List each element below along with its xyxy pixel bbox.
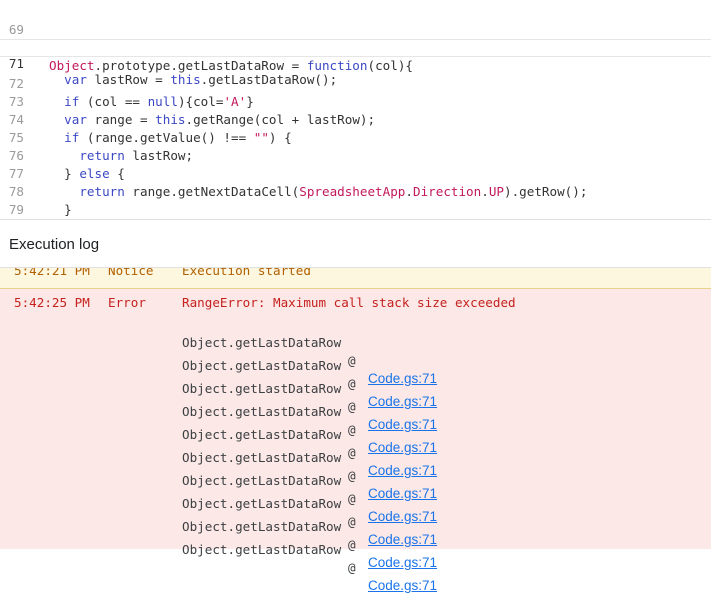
stack-frame-link[interactable]: Code.gs:71 bbox=[368, 531, 437, 549]
stack-frame-at: @ bbox=[348, 514, 356, 529]
stack-frame-link[interactable]: Code.gs:71 bbox=[368, 462, 437, 480]
stack-frame-at: @ bbox=[348, 445, 356, 460]
code-line[interactable]: 72 if (col == null){col='A'} bbox=[0, 57, 711, 109]
code-line[interactable]: 77 return range.getNextDataCell(Spreadsh… bbox=[0, 147, 711, 199]
code-line[interactable]: 75 return lastRow; bbox=[0, 111, 711, 163]
code-line[interactable]: 76 } else { bbox=[0, 129, 711, 181]
stack-frame: Object.getLastDataRow @ Code.gs:71 bbox=[182, 408, 437, 478]
execution-log-title: Execution log bbox=[9, 236, 100, 253]
stack-frame-link[interactable]: Code.gs:71 bbox=[368, 370, 437, 388]
log-time: 5:42:25 PM bbox=[14, 295, 90, 310]
stack-frame: Object.getLastDataRow @ Code.gs:71 bbox=[182, 454, 437, 524]
stack-frame-at: @ bbox=[348, 560, 356, 575]
stack-frame: Object.getLastDataRow @ Code.gs:71 bbox=[182, 523, 437, 593]
log-level: Error bbox=[108, 295, 146, 310]
stack-frame-at: @ bbox=[348, 468, 356, 483]
stack-frame-at: @ bbox=[348, 422, 356, 437]
stack-frame-at: @ bbox=[348, 491, 356, 506]
stack-frame: Object.getLastDataRow @ Code.gs:71 bbox=[182, 316, 437, 386]
stack-frame-link[interactable]: Code.gs:71 bbox=[368, 393, 437, 411]
stack-frame-at: @ bbox=[348, 399, 356, 414]
stack-frame-link[interactable]: Code.gs:71 bbox=[368, 577, 437, 595]
code-line[interactable]: 69 }; bbox=[0, 3, 711, 55]
log-level: Notice bbox=[108, 268, 154, 278]
log-time: 5:42:21 PM bbox=[14, 268, 90, 278]
code-line[interactable]: 74 if (range.getValue() !== "") { bbox=[0, 93, 711, 145]
stack-frame: Object.getLastDataRow @ Code.gs:71 bbox=[182, 362, 437, 432]
stack-frame-link[interactable]: Code.gs:71 bbox=[368, 439, 437, 457]
stack-frame-link[interactable]: Code.gs:71 bbox=[368, 416, 437, 434]
stack-frame-link[interactable]: Code.gs:71 bbox=[368, 485, 437, 503]
code-line-current[interactable]: 71 var lastRow = this.getLastDataRow(); bbox=[0, 39, 711, 87]
stack-frame-function: Object.getLastDataRow bbox=[182, 542, 342, 557]
stack-frame: Object.getLastDataRow @ Code.gs:71 bbox=[182, 477, 437, 547]
stack-frame-at: @ bbox=[348, 537, 356, 552]
stack-frame: Object.getLastDataRow @ Code.gs:71 bbox=[182, 431, 437, 501]
code-line[interactable]: 70 Object.prototype.getLastDataRow = fun… bbox=[0, 21, 711, 73]
stack-frame-at: @ bbox=[348, 353, 356, 368]
stack-frame-at: @ bbox=[348, 376, 356, 391]
code-line[interactable]: 73 var range = this.getRange(col + lastR… bbox=[0, 75, 711, 127]
code-line[interactable]: 78 } bbox=[0, 165, 711, 217]
code-line[interactable]: 80 bbox=[0, 201, 711, 219]
log-entry-error: 5:42:25 PM Error RangeError: Maximum cal… bbox=[0, 289, 711, 593]
log-message: Execution started bbox=[182, 268, 311, 278]
log-entry-notice: 5:42:21 PM Notice Execution started bbox=[0, 268, 711, 289]
execution-log-header: Execution log bbox=[0, 220, 711, 268]
stack-frame-link[interactable]: Code.gs:71 bbox=[368, 554, 437, 572]
code-line[interactable]: 79 }; bbox=[0, 183, 711, 217]
stack-frame: Object.getLastDataRow @ Code.gs:71 bbox=[182, 339, 437, 409]
stack-frame-link[interactable]: Code.gs:71 bbox=[368, 508, 437, 526]
log-message: RangeError: Maximum call stack size exce… bbox=[182, 295, 516, 310]
stack-frame: Object.getLastDataRow @ Code.gs:71 bbox=[182, 385, 437, 455]
stack-frame: Object.getLastDataRow @ Code.gs:71 bbox=[182, 500, 437, 570]
code-editor[interactable]: 69 }; 70 Object.prototype.getLastDataRow… bbox=[0, 0, 711, 219]
